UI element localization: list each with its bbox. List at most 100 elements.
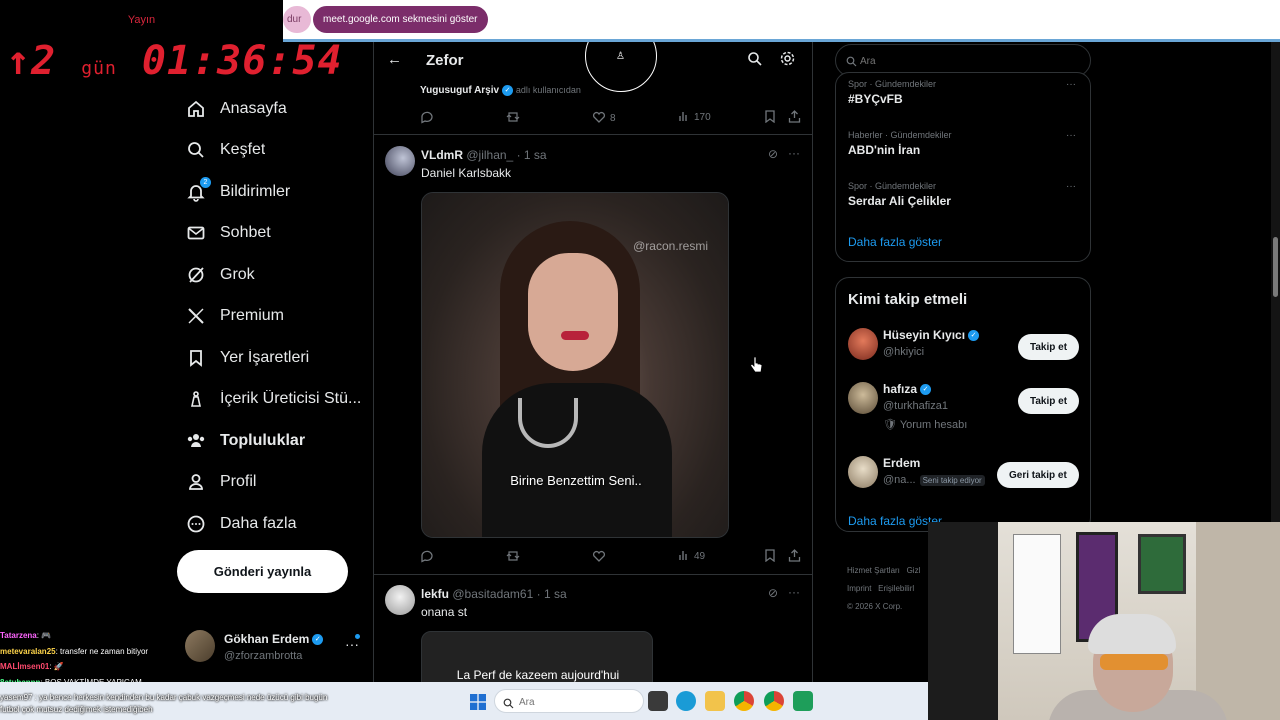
heart-icon[interactable] [592, 549, 606, 563]
chat-text: : 🎮 [36, 631, 52, 640]
tweet-author-name[interactable]: VLdmR [421, 148, 463, 162]
stream-timer-label: Yayın [127, 14, 156, 26]
retweet-icon[interactable] [506, 549, 520, 563]
media-figure-face [528, 253, 618, 371]
follow-back-button[interactable]: Geri takip et [997, 462, 1079, 488]
creator-studio-icon [186, 389, 206, 409]
home-icon [186, 99, 206, 119]
avatar[interactable] [385, 146, 415, 176]
repost-sub: adlı kullanıcıdan [515, 85, 581, 96]
back-arrow-icon[interactable]: ← [387, 51, 402, 68]
trend-title: ABD'nin İran [848, 143, 921, 157]
page-scrollbar[interactable] [1271, 42, 1280, 522]
browser-tab-fragment[interactable]: dur [283, 6, 311, 33]
sidebar-item-creator-studio[interactable]: İçerik Üreticisi Stü... [170, 379, 370, 421]
grok-icon[interactable]: ⊘ [768, 586, 778, 600]
like-count: 8 [610, 113, 616, 124]
footer-link[interactable]: Hizmet Şartları [847, 566, 900, 575]
more-dots-icon[interactable]: ··· [788, 585, 800, 599]
views-button[interactable]: 170 [678, 110, 711, 125]
tweet-text: Daniel Karlsbakk [421, 166, 512, 180]
sidebar-item-label: Sohbet [220, 224, 271, 242]
tweet-author-name[interactable]: lekfu [421, 587, 449, 601]
tweet-text: onana st [421, 605, 468, 619]
tweet-author-handle: @basitadam61 [452, 587, 534, 601]
more-dots-icon[interactable]: ··· [788, 146, 800, 160]
meet-tab-notice[interactable]: meet.google.com sekmesini göster [313, 6, 488, 33]
scrollbar-thumb[interactable] [1273, 237, 1278, 297]
post-button[interactable]: Gönderi yayınla [177, 550, 348, 593]
bookmark-icon [186, 348, 206, 368]
sidebar-item-profile[interactable]: Profil [170, 462, 370, 504]
views-button[interactable]: 49 [678, 549, 705, 564]
like-button[interactable]: 8 [592, 110, 616, 127]
grok-icon[interactable]: ⊘ [768, 147, 778, 161]
more-circle-icon [186, 514, 206, 534]
sidebar-item-premium[interactable]: Premium [170, 296, 370, 338]
more-dots-icon[interactable]: ··· [1066, 130, 1076, 141]
chrome-icon[interactable] [734, 691, 754, 711]
sidebar-item-more[interactable]: Daha fazla [170, 503, 370, 545]
media-caption: La Perf de kazeem aujourd'hui [456, 668, 620, 682]
chrome-profile-icon[interactable] [764, 691, 784, 711]
sidebar-item-notifications[interactable]: 2 Bildirimler [170, 171, 370, 213]
taskbar-search-input[interactable] [519, 694, 639, 710]
share-icon[interactable] [788, 549, 801, 562]
sidebar-item-label: Anasayfa [220, 99, 287, 117]
webcam-frame [1138, 534, 1186, 594]
search-input[interactable] [860, 52, 1080, 70]
main-timeline: ← Zefor ♙ Yugusuguf Arşiv ✓ adlı kullanıc… [373, 42, 813, 682]
copyright: © 2026 X Corp. [847, 602, 903, 611]
hand-cursor-icon [749, 356, 763, 373]
share-icon[interactable] [788, 110, 801, 123]
bookmark-icon[interactable] [764, 549, 776, 562]
edge-icon[interactable] [676, 691, 696, 711]
file-explorer-icon[interactable] [705, 691, 725, 711]
sidebar-item-grok[interactable]: Grok [170, 254, 370, 296]
bookmark-icon[interactable] [764, 110, 776, 123]
sidebar-item-label: Keşfet [220, 141, 266, 159]
follow-button[interactable]: Takip et [1018, 334, 1080, 360]
avatar[interactable] [385, 585, 415, 615]
more-dots-icon[interactable]: ··· [1066, 79, 1076, 90]
footer-link[interactable]: Erişilebilirl [878, 584, 914, 593]
reply-icon[interactable] [420, 549, 434, 563]
chat-user: MALİmsen01 [0, 662, 50, 671]
trend-item[interactable]: Haberler · Gündemdekiler ABD'nin İran ··… [848, 130, 1082, 157]
more-dots-icon[interactable]: ··· [1066, 181, 1076, 192]
gear-icon[interactable] [779, 50, 796, 72]
sidebar-item-bookmarks[interactable]: Yer İşaretleri [170, 337, 370, 379]
footer-link[interactable]: Imprint [847, 584, 871, 593]
verified-badge-icon: ✓ [502, 85, 514, 96]
trends-show-more-link[interactable]: Daha fazla göster [848, 235, 942, 249]
sidebar-item-explore[interactable]: Keşfet [170, 130, 370, 172]
windows-start-icon[interactable] [470, 694, 486, 715]
sidebar-item-communities[interactable]: Topluluklar [170, 420, 370, 462]
retweet-icon[interactable] [506, 110, 520, 124]
views-count: 170 [694, 112, 711, 123]
reply-icon[interactable] [420, 110, 434, 124]
trend-title: Serdar Ali Çelikler [848, 194, 951, 208]
tweet-divider [374, 134, 812, 135]
trend-item[interactable]: Spor · Gündemdekiler Serdar Ali Çelikler… [848, 181, 1082, 208]
cursor-highlight: ♙ [585, 42, 657, 92]
app-icon[interactable] [793, 691, 813, 711]
tweet-header: lekfu @basitadam61 · 1 sa [421, 587, 567, 601]
suggestion-note: 🛡 Yorum hesabı [883, 419, 968, 431]
follow-button[interactable]: Takip et [1018, 388, 1080, 414]
tweet-media-video[interactable]: @racon.resmi Birine Benzettim Seni.. [421, 192, 729, 538]
mail-icon [186, 223, 206, 243]
search-icon[interactable] [747, 51, 763, 72]
suggestion-name-row: hafıza ✓ [883, 382, 932, 396]
trend-item[interactable]: Spor · Gündemdekiler #BYÇvFB ··· [848, 79, 1082, 106]
suggestion-handle: @turkhafiza1 [883, 400, 948, 412]
footer-link[interactable]: Gizl [907, 566, 921, 575]
suggestion-handle: @hkiyici [883, 346, 925, 358]
task-view-icon[interactable] [648, 691, 668, 711]
sidebar-item-home[interactable]: Anasayfa [170, 88, 370, 130]
webcam-person-hair [1088, 614, 1176, 654]
sidebar-item-chat[interactable]: Sohbet [170, 213, 370, 255]
x-logo-icon [186, 306, 206, 326]
views-icon [678, 549, 690, 564]
tweet-media-video[interactable]: La Perf de kazeem aujourd'hui [421, 631, 653, 682]
